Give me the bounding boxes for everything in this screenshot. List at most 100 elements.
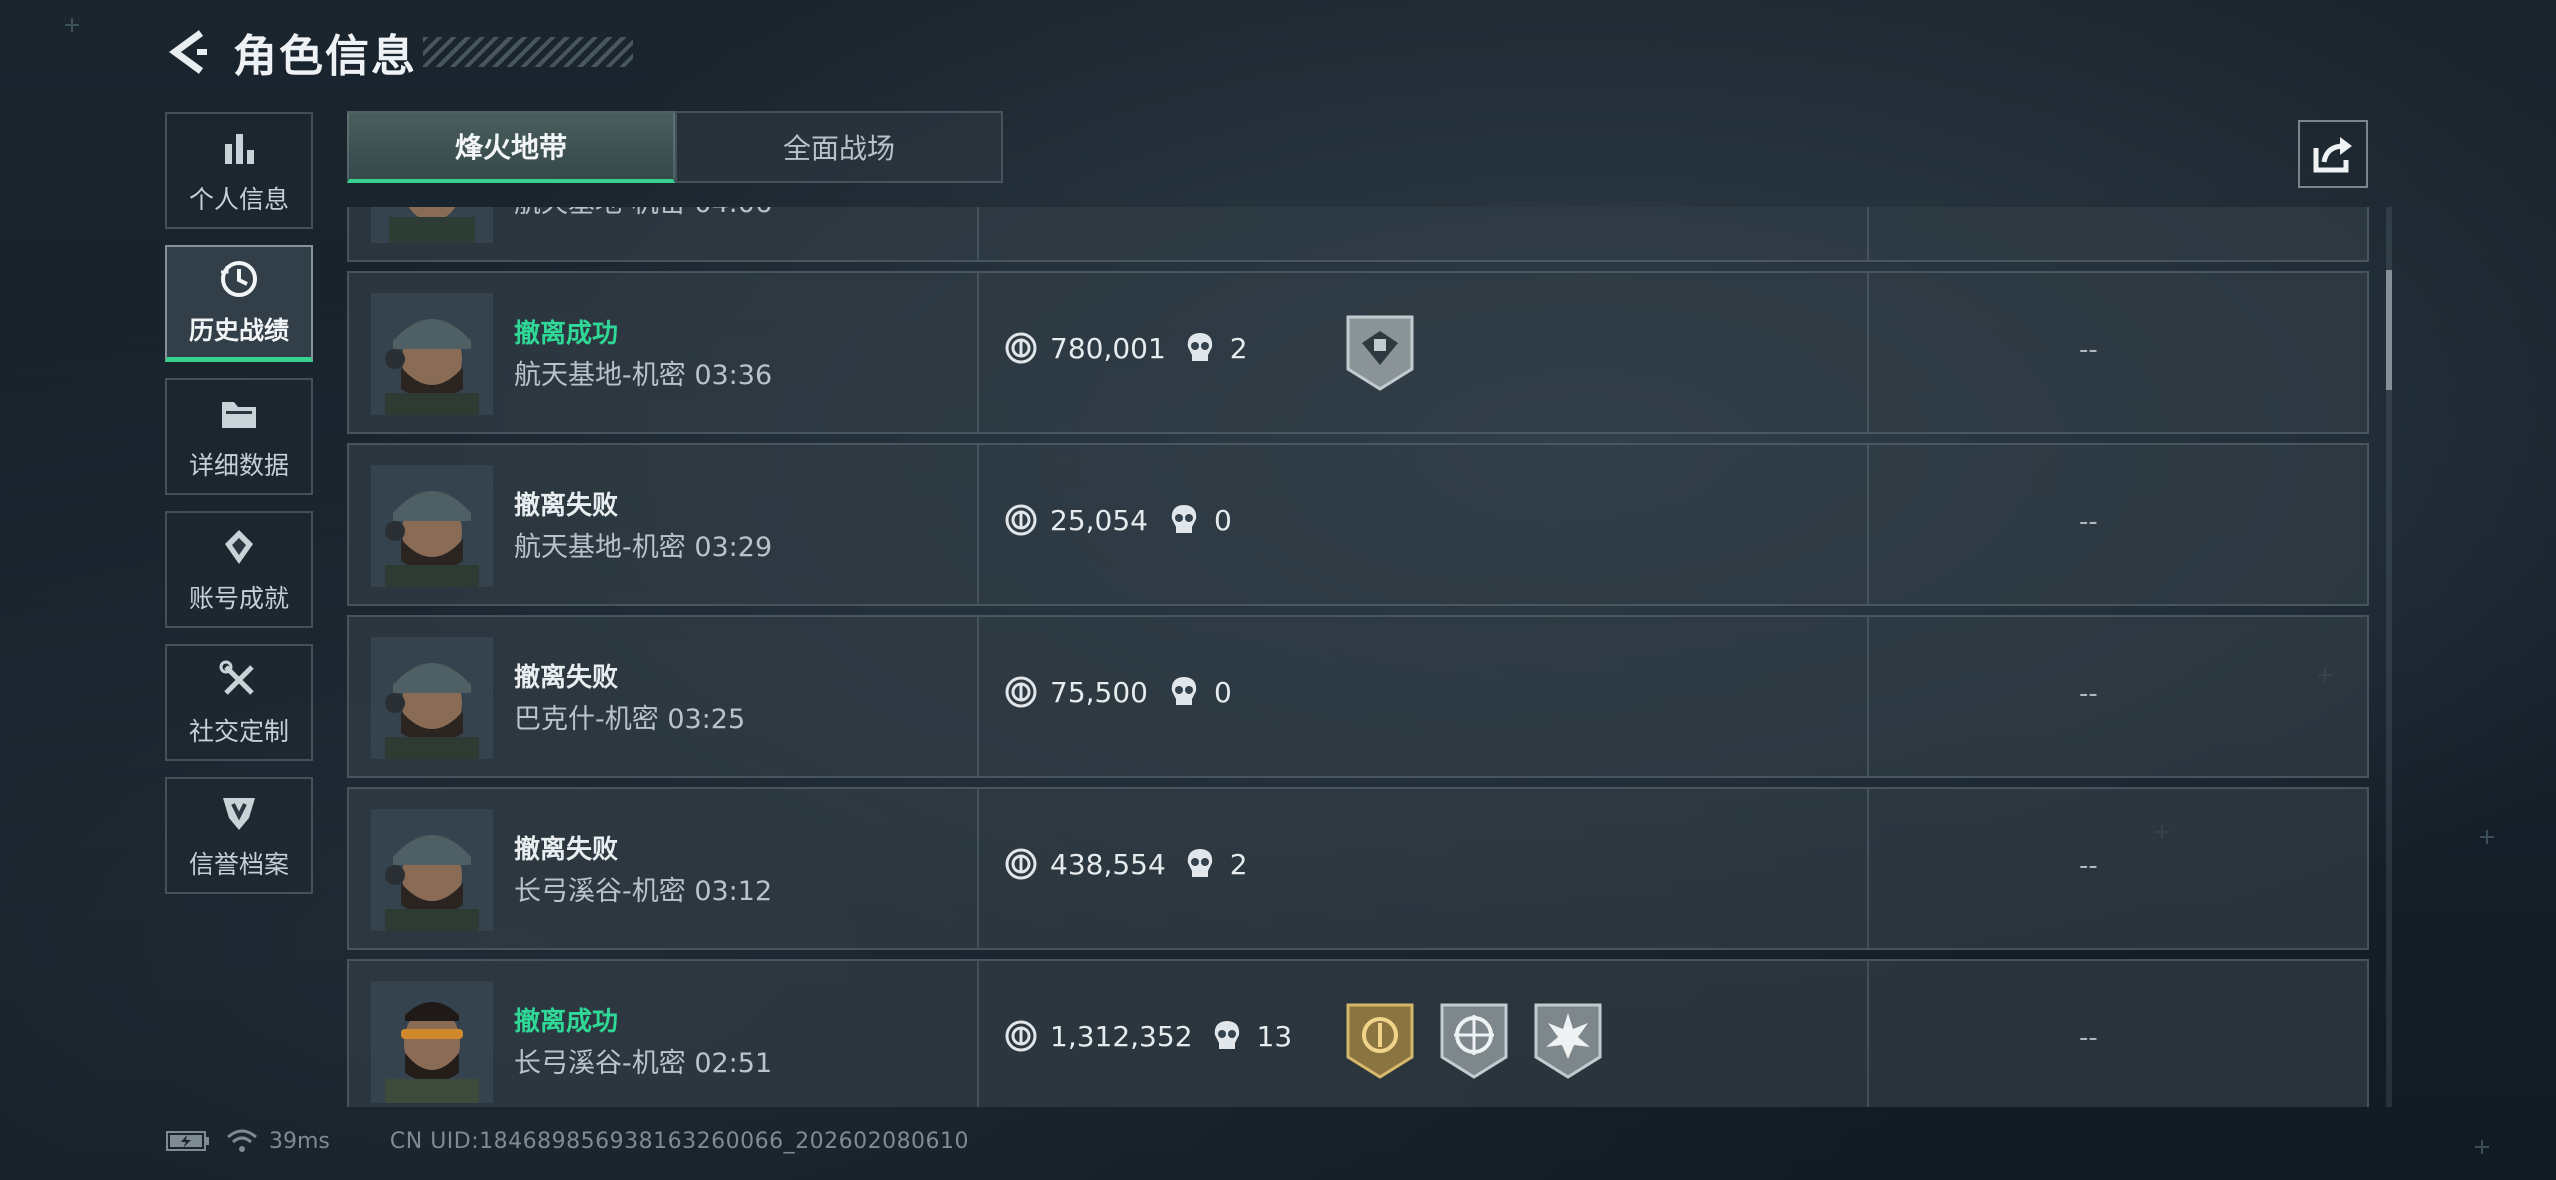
battery-icon xyxy=(166,1131,209,1151)
column-divider xyxy=(977,961,979,1107)
loot-value-text: 75,500 xyxy=(1050,675,1148,709)
tab-full-battlefield[interactable]: 全面战场 xyxy=(675,111,1003,183)
tab-warzone[interactable]: 烽火地带 xyxy=(347,111,675,183)
sidebar-item-personal-info[interactable]: 个人信息 xyxy=(165,112,313,229)
column-divider xyxy=(1867,617,1869,776)
extra-info: -- xyxy=(2079,335,2098,365)
coin-icon xyxy=(1004,1019,1038,1053)
match-row[interactable]: 撤离失败 巴克什-机密 03:25 75,500 0 -- xyxy=(347,615,2369,778)
user-uid: CN UID:1846898569381632600​66_2026020806… xyxy=(389,1128,970,1154)
page-header: 角色信息 xyxy=(165,22,633,82)
operator-avatar xyxy=(371,981,493,1103)
sidebar-item-reputation[interactable]: 信誉档案 xyxy=(165,777,313,894)
loot-value: 75,500 0 xyxy=(1004,675,1232,709)
sidebar-item-history[interactable]: 历史战绩 xyxy=(165,245,313,362)
extraction-status: 撤离失败 xyxy=(514,835,619,865)
operator-avatar xyxy=(371,465,493,587)
kill-count: 2 xyxy=(1184,331,1248,365)
match-row[interactable]: 撤离失败 长弓溪谷-机密 03:12 438,554 2 -- xyxy=(347,787,2369,950)
skull-icon xyxy=(1184,847,1218,881)
scrollbar-thumb[interactable] xyxy=(2386,270,2392,390)
mode-tabs: 烽火地带 全面战场 xyxy=(347,111,1003,183)
coin-icon xyxy=(1004,675,1038,709)
match-row[interactable]: 撤离失败 航天基地-机密 03:29 25,054 0 -- xyxy=(347,443,2369,606)
kill-count-text: 0 xyxy=(1214,675,1232,709)
loot-value: 780,001 2 xyxy=(1004,331,1248,365)
share-export-icon xyxy=(2313,137,2352,173)
page-title: 角色信息 xyxy=(233,31,417,82)
sidebar-item-achievements[interactable]: 账号成就 xyxy=(165,511,313,628)
sidebar-item-social[interactable]: 社交定制 xyxy=(165,644,313,761)
map-and-time: 航天基地-机密 03:36 xyxy=(514,360,773,391)
extra-info: -- xyxy=(2079,507,2098,537)
shield-badge-icon xyxy=(217,791,261,835)
loot-value: 438,554 2 xyxy=(1004,847,1248,881)
crosshair-medal-icon xyxy=(1438,1001,1510,1081)
operator-avatar xyxy=(371,207,493,243)
extraction-status: 撤离成功 xyxy=(514,1007,619,1037)
match-history-list[interactable]: 航天基地-机密 04:06 撤离成功 航天基地-机密 03:36 780,001… xyxy=(347,207,2371,1107)
grid-marker xyxy=(2475,1140,2489,1154)
extraction-status: 撤离成功 xyxy=(514,319,619,349)
title-decoration xyxy=(423,37,633,67)
medal-icon xyxy=(217,525,261,569)
sidebar-item-label: 社交定制 xyxy=(188,716,289,746)
back-chevron-icon xyxy=(169,30,207,74)
explosion-medal-icon xyxy=(1532,1001,1604,1081)
column-divider xyxy=(1867,961,1869,1107)
column-divider xyxy=(1867,445,1869,604)
loot-value-text: 780,001 xyxy=(1050,331,1166,365)
column-divider xyxy=(977,273,979,432)
column-divider xyxy=(977,207,979,260)
operator-avatar xyxy=(371,809,493,931)
loot-value-text: 25,054 xyxy=(1050,503,1148,537)
grid-marker xyxy=(2480,830,2494,844)
map-and-time: 航天基地-机密 03:29 xyxy=(514,532,773,563)
match-row[interactable]: 撤离成功 长弓溪谷-机密 02:51 1,312,352 13 -- xyxy=(347,959,2369,1107)
operator-avatar xyxy=(371,293,493,415)
extraction-status: 撤离失败 xyxy=(514,491,619,521)
sidebar-item-label: 历史战绩 xyxy=(188,316,289,345)
share-button[interactable] xyxy=(2298,120,2368,188)
match-row[interactable]: 撤离成功 航天基地-机密 03:36 780,001 2 -- xyxy=(347,271,2369,434)
medal-list xyxy=(1344,1001,1626,1081)
kill-count-text: 0 xyxy=(1214,503,1232,537)
loot-value: 1,312,352 13 xyxy=(1004,1019,1292,1053)
loot-value-text: 438,554 xyxy=(1050,847,1166,881)
gold-coin-medal-icon xyxy=(1344,1001,1416,1081)
match-row[interactable]: 航天基地-机密 04:06 xyxy=(347,207,2369,262)
map-and-time: 航天基地-机密 04:06 xyxy=(514,207,772,220)
sidebar-item-label: 账号成就 xyxy=(188,583,289,613)
column-divider xyxy=(1867,207,1869,260)
history-clock-icon xyxy=(217,257,261,301)
sidebar-item-label: 详细数据 xyxy=(188,450,289,480)
kill-count-text: 13 xyxy=(1256,1019,1293,1053)
column-divider xyxy=(977,617,979,776)
list-scrollbar[interactable] xyxy=(2386,207,2392,1107)
tech-medal-icon xyxy=(1344,313,1416,393)
medal-list xyxy=(1344,313,1438,393)
loot-value: 25,054 0 xyxy=(1004,503,1232,537)
sidebar: 个人信息 历史战绩 详细数据 账号成就 社交定制 信誉档案 xyxy=(165,112,315,910)
extra-info: -- xyxy=(2079,851,2098,881)
sidebar-item-label: 个人信息 xyxy=(188,184,289,214)
tools-icon xyxy=(217,658,261,702)
folder-icon xyxy=(217,392,261,436)
back-button[interactable] xyxy=(165,22,211,82)
wifi-icon xyxy=(227,1129,257,1152)
extra-info: -- xyxy=(2079,679,2098,709)
skull-icon xyxy=(1184,331,1218,365)
grid-marker xyxy=(65,18,79,32)
column-divider xyxy=(1867,789,1869,948)
loot-value-text: 1,312,352 xyxy=(1050,1019,1193,1053)
coin-icon xyxy=(1004,331,1038,365)
operator-avatar xyxy=(371,637,493,759)
sidebar-item-detailed-data[interactable]: 详细数据 xyxy=(165,378,313,495)
kill-count: 13 xyxy=(1211,1019,1293,1053)
coin-icon xyxy=(1004,503,1038,537)
status-footer: 39ms CN UID:1846898569381632600​66_20260… xyxy=(165,1128,969,1154)
coin-icon xyxy=(1004,847,1038,881)
column-divider xyxy=(1867,273,1869,432)
kill-count-text: 2 xyxy=(1229,847,1248,881)
extra-info: -- xyxy=(2079,1023,2098,1053)
